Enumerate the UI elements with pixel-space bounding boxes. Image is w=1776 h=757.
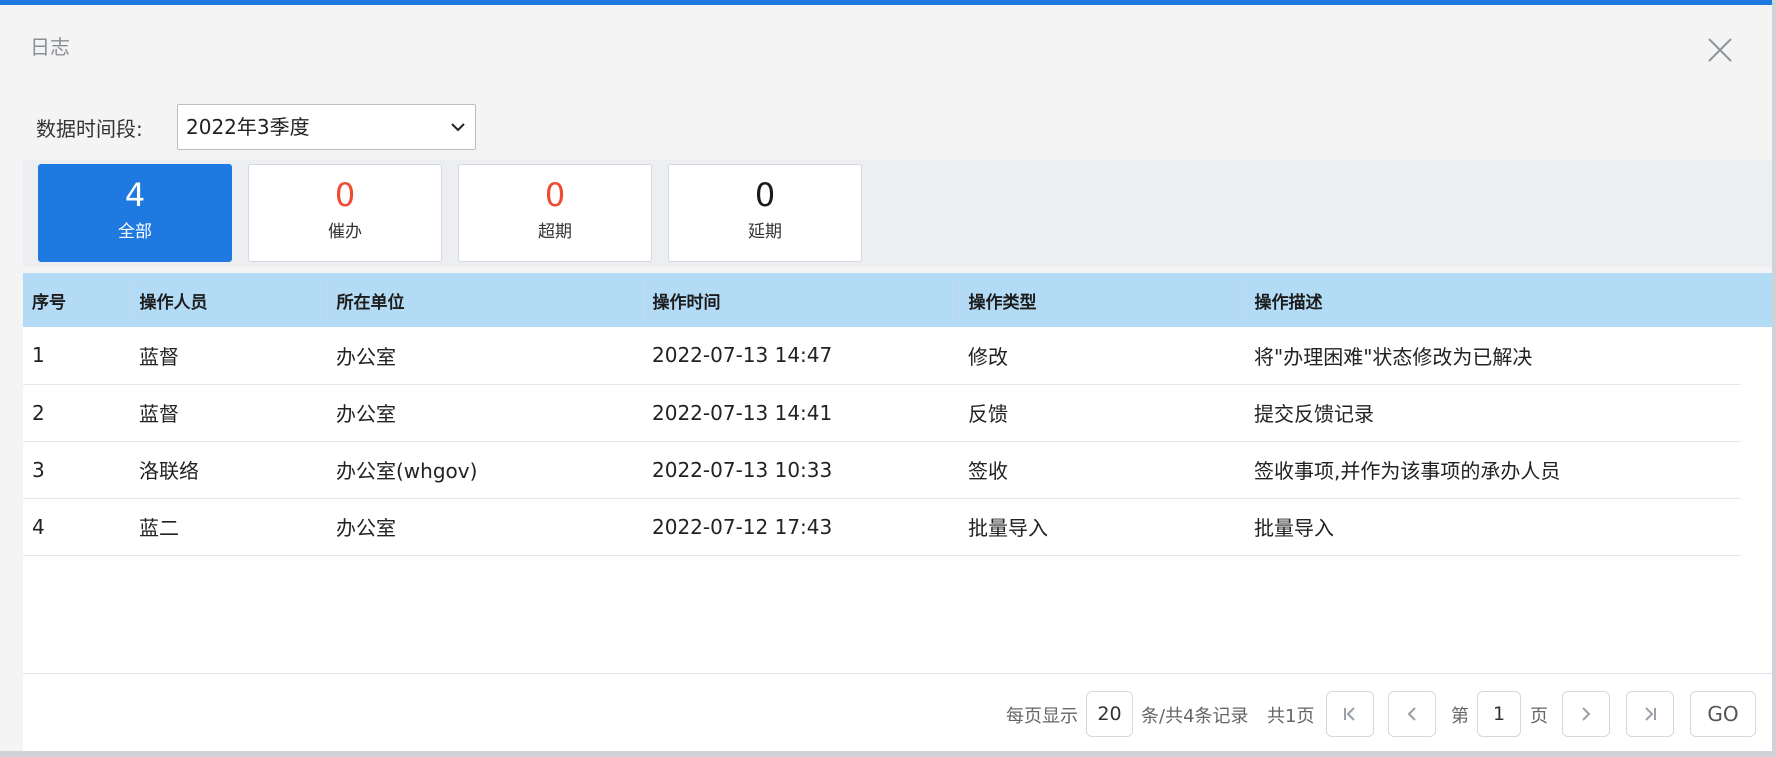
table-row[interactable]: 2 蓝督 办公室 2022-07-13 14:41 反馈 提交反馈记录 (23, 384, 1741, 442)
cell-unit: 办公室 (327, 498, 643, 556)
cell-unit: 办公室(whgov) (327, 441, 643, 499)
records-text: 条/共4条记录 (1141, 706, 1249, 727)
stat-count: 0 (754, 176, 776, 214)
cell-time: 2022-07-13 14:47 (643, 327, 959, 385)
close-icon[interactable] (1705, 35, 1735, 65)
stat-label: 延期 (748, 222, 782, 242)
period-select-value: 2022年3季度 (186, 115, 310, 139)
stat-tab-extended[interactable]: 0 延期 (668, 164, 862, 262)
period-select[interactable]: 2022年3季度 (177, 104, 476, 150)
cell-description: 提交反馈记录 (1245, 384, 1741, 442)
cell-index: 1 (23, 327, 130, 385)
table-row[interactable]: 1 蓝督 办公室 2022-07-13 14:47 修改 将"办理困难"状态修改… (23, 327, 1741, 385)
per-page-input[interactable]: 20 (1086, 691, 1133, 737)
cell-type: 反馈 (959, 384, 1245, 442)
cell-index: 4 (23, 498, 130, 556)
stat-tabs: 4 全部 0 催办 0 超期 0 延期 (23, 160, 1772, 266)
cell-operator: 洛联络 (130, 441, 327, 499)
log-table-container: 序号 操作人员 所在单位 操作时间 操作类型 操作描述 1 蓝督 办公室 202… (23, 273, 1772, 673)
stat-tab-all[interactable]: 4 全部 (38, 164, 232, 262)
cell-operator: 蓝督 (130, 327, 327, 385)
page-prefix: 第 (1451, 706, 1469, 727)
stat-label: 催办 (328, 222, 362, 242)
per-page-label: 每页显示 (1006, 706, 1078, 727)
pages-text: 共1页 (1267, 706, 1315, 727)
stat-count: 0 (544, 176, 566, 214)
cell-type: 修改 (959, 327, 1245, 385)
table-row[interactable]: 4 蓝二 办公室 2022-07-12 17:43 批量导入 批量导入 (23, 498, 1741, 556)
stat-count: 4 (124, 176, 146, 214)
cell-description: 签收事项,并作为该事项的承办人员 (1245, 441, 1741, 499)
column-header: 操作类型 (959, 273, 1246, 327)
chevron-down-icon (451, 123, 465, 132)
column-header: 操作描述 (1245, 273, 1742, 327)
period-label: 数据时间段: (36, 116, 143, 141)
stat-label: 超期 (538, 222, 572, 242)
first-page-icon (1344, 707, 1355, 721)
pagination-bar: 每页显示 20 条/共4条记录 共1页 第 1 页 GO (23, 673, 1772, 751)
cell-operator: 蓝二 (130, 498, 327, 556)
cell-description: 将"办理困难"状态修改为已解决 (1245, 327, 1741, 385)
go-button[interactable]: GO (1690, 691, 1756, 737)
cell-operator: 蓝督 (130, 384, 327, 442)
period-filter: 数据时间段: 2022年3季度 (36, 104, 476, 150)
last-page-button[interactable] (1626, 691, 1674, 737)
cell-type: 签收 (959, 441, 1245, 499)
cell-type: 批量导入 (959, 498, 1245, 556)
column-header: 所在单位 (327, 273, 644, 327)
window-bottom-edge (0, 751, 1776, 757)
next-page-button[interactable] (1562, 691, 1610, 737)
stat-label: 全部 (118, 222, 152, 242)
column-header: 序号 (23, 273, 131, 327)
stat-tab-urged[interactable]: 0 催办 (248, 164, 442, 262)
cell-time: 2022-07-12 17:43 (643, 498, 959, 556)
log-table: 序号 操作人员 所在单位 操作时间 操作类型 操作描述 1 蓝督 办公室 202… (23, 273, 1742, 556)
table-header-row: 序号 操作人员 所在单位 操作时间 操作类型 操作描述 (23, 273, 1742, 327)
header-filler (1741, 273, 1772, 327)
cell-time: 2022-07-13 10:33 (643, 441, 959, 499)
dialog-title: 日志 (30, 35, 70, 59)
cell-time: 2022-07-13 14:41 (643, 384, 959, 442)
prev-page-button[interactable] (1388, 691, 1436, 737)
column-header: 操作人员 (130, 273, 328, 327)
column-header: 操作时间 (643, 273, 960, 327)
cell-description: 批量导入 (1245, 498, 1741, 556)
page-suffix: 页 (1530, 706, 1548, 727)
cell-unit: 办公室 (327, 327, 643, 385)
window-right-edge (1772, 0, 1776, 757)
cell-index: 3 (23, 441, 130, 499)
cell-index: 2 (23, 384, 130, 442)
table-row[interactable]: 3 洛联络 办公室(whgov) 2022-07-13 10:33 签收 签收事… (23, 441, 1741, 499)
current-page-input[interactable]: 1 (1477, 691, 1521, 737)
stat-count: 0 (334, 176, 356, 214)
stat-tab-overdue[interactable]: 0 超期 (458, 164, 652, 262)
last-page-icon (1645, 707, 1656, 721)
first-page-button[interactable] (1326, 691, 1374, 737)
cell-unit: 办公室 (327, 384, 643, 442)
chevron-right-icon (1582, 707, 1591, 721)
chevron-left-icon (1407, 707, 1416, 721)
